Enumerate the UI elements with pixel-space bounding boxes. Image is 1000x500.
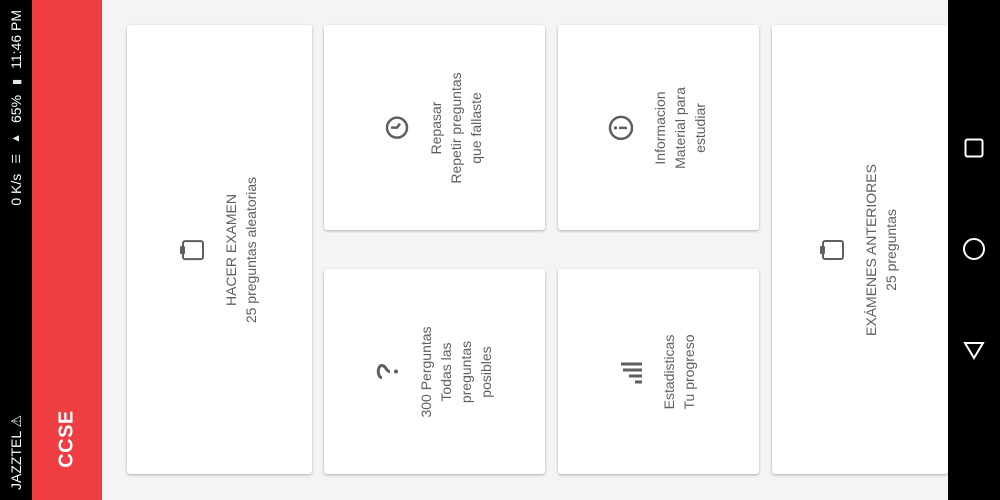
status-bar-content: JAZZTEL ⚠ 0 K/s ☰ ▲ 65% ▮ 11:46 PM	[0, 0, 32, 500]
all-questions-card-subtitle-3: posibles	[477, 345, 494, 398]
network-speed: 0 K/s	[8, 173, 24, 206]
info-card[interactable]: Informacion Material para estudiar	[558, 25, 759, 230]
clipboard-icon	[179, 239, 204, 260]
app-title: CCSE	[55, 410, 78, 468]
exam-card-content: HACER EXAMEN 25 preguntas aleatorias	[179, 176, 261, 323]
clock: 11:46 PM	[8, 10, 24, 69]
home-button[interactable]	[962, 237, 986, 261]
info-icon	[608, 115, 633, 140]
review-card-content: Repasar Repetir preguntas que fallaste	[384, 72, 486, 183]
battery-percent: 65%	[8, 94, 24, 123]
app-bar: CCSE	[32, 0, 102, 500]
status-indicators: 0 K/s ☰ ▲ 65% ▮ 11:46 PM	[8, 10, 24, 206]
past-exams-card-content: EXÁMENES ANTERIORES 25 preguntas	[819, 163, 901, 336]
info-card-title: Informacion	[651, 90, 668, 165]
past-exams-card-subtitle: 25 preguntas	[883, 208, 899, 291]
all-questions-card-subtitle-2: preguntas	[457, 340, 474, 403]
exam-card-subtitle: 25 preguntas aleatorias	[242, 176, 259, 323]
info-card-subtitle-1: Material para	[671, 86, 688, 169]
review-card-title: Repasar	[427, 101, 444, 154]
review-card-subtitle-1: Repetir preguntas	[447, 71, 464, 184]
back-button[interactable]	[962, 338, 986, 362]
past-exams-card[interactable]: EXÁMENES ANTERIORES 25 preguntas	[772, 25, 948, 474]
bar-chart-icon	[620, 361, 642, 383]
signal-icon: ▲	[10, 132, 22, 144]
review-card-subtitle-2: que fallaste	[467, 91, 484, 164]
review-clock-icon	[385, 116, 408, 139]
recent-apps-button[interactable]	[962, 136, 986, 160]
navigation-bar	[948, 0, 1000, 500]
all-questions-card[interactable]: 300 Perguntas Todas las preguntas posibl…	[324, 269, 545, 474]
question-icon	[376, 364, 398, 380]
past-exams-card-title: EXÁMENES ANTERIORES	[863, 163, 879, 336]
stats-card[interactable]: Estadisticas Tu progreso	[558, 269, 759, 474]
clipboard-icon	[820, 239, 844, 260]
main-content: HACER EXAMEN 25 preguntas aleatorias Rep…	[102, 0, 948, 500]
all-questions-card-title: 300 Perguntas	[417, 325, 434, 418]
info-card-subtitle-2: estudiar	[691, 102, 708, 153]
all-questions-card-subtitle-1: Todas las	[437, 341, 454, 402]
review-card[interactable]: Repasar Repetir preguntas que fallaste	[324, 25, 545, 230]
circle-icon	[963, 238, 985, 260]
info-card-content: Informacion Material para estudiar	[608, 86, 710, 169]
stats-card-title: Estadisticas	[660, 334, 677, 409]
status-bar: JAZZTEL ⚠ 0 K/s ☰ ▲ 65% ▮ 11:46 PM	[0, 0, 32, 500]
exam-card[interactable]: HACER EXAMEN 25 preguntas aleatorias	[127, 25, 312, 474]
stats-card-content: Estadisticas Tu progreso	[619, 334, 699, 409]
battery-icon: ▮	[10, 78, 23, 85]
wifi-icon: ☰	[10, 153, 23, 164]
exam-card-title: HACER EXAMEN	[222, 193, 239, 306]
triangle-icon	[963, 342, 985, 360]
stats-card-subtitle: Tu progreso	[680, 334, 697, 409]
all-questions-card-content: 300 Perguntas Todas las preguntas posibl…	[374, 326, 496, 417]
carrier-label: JAZZTEL ⚠	[7, 414, 24, 490]
square-icon	[964, 138, 984, 158]
